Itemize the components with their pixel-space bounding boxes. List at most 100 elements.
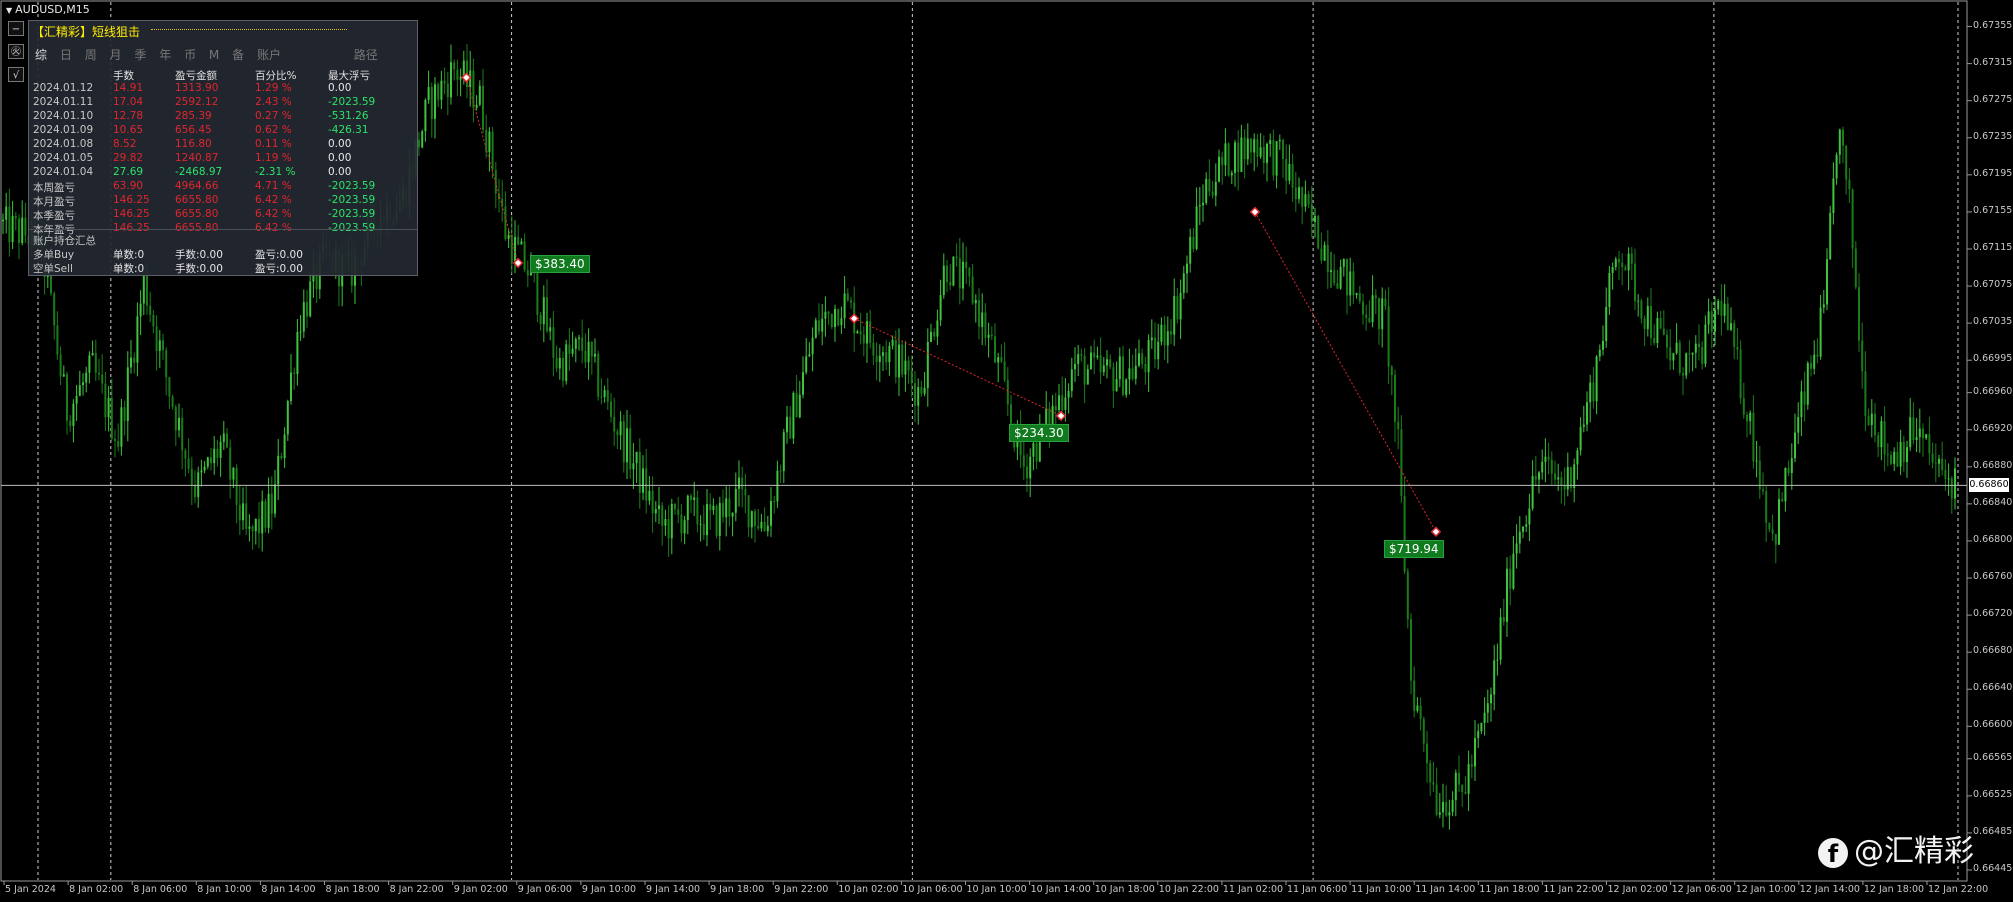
- candle: [1598, 349, 1601, 357]
- table-cell-dd: -2023.59: [328, 194, 376, 206]
- table-cell-pnl: 4964.66: [175, 180, 219, 192]
- tab-path[interactable]: 路径: [354, 46, 378, 63]
- candle: [1176, 296, 1179, 320]
- tab-summary[interactable]: 综: [35, 46, 47, 63]
- candle: [248, 526, 251, 529]
- candle: [1918, 428, 1921, 438]
- y-tick-label: 0.67275: [1973, 93, 2013, 105]
- candle: [254, 518, 257, 532]
- candle: [1730, 323, 1732, 330]
- candle: [1653, 337, 1656, 344]
- tab-day[interactable]: 日: [60, 46, 72, 63]
- candle: [1816, 354, 1819, 357]
- candle: [782, 432, 785, 471]
- candle: [760, 521, 763, 529]
- watermark: f @汇精彩: [1818, 826, 1974, 870]
- candle: [1189, 236, 1192, 264]
- candle: [613, 416, 616, 432]
- candle: [1762, 489, 1764, 492]
- tab-month[interactable]: 月: [110, 46, 122, 63]
- candle: [200, 470, 203, 473]
- candle: [1240, 137, 1243, 172]
- switch-panel-button[interactable]: ㊋: [8, 44, 24, 59]
- candle: [952, 256, 955, 286]
- candle: [91, 353, 94, 356]
- candle: [968, 267, 971, 277]
- candle: [1272, 140, 1275, 176]
- table-cell-label: 2024.01.11: [33, 96, 94, 108]
- candle: [955, 256, 958, 259]
- x-tick-label: 11 Jan 18:00: [1479, 884, 1540, 895]
- candle: [1406, 571, 1409, 620]
- candle: [459, 76, 462, 80]
- candle: [430, 87, 433, 119]
- candle: [1451, 800, 1454, 813]
- candle: [283, 434, 286, 459]
- candle: [814, 320, 817, 338]
- candle: [1224, 143, 1227, 166]
- candle: [987, 334, 990, 338]
- candle: [910, 370, 913, 384]
- candle: [1358, 293, 1361, 302]
- tab-year[interactable]: 年: [159, 46, 171, 63]
- candle: [1912, 417, 1915, 441]
- collapse-triangle-icon[interactable]: ▼: [6, 6, 12, 15]
- candle: [222, 433, 225, 442]
- candle: [1432, 782, 1435, 785]
- y-tick-label: 0.66995: [1973, 353, 2013, 365]
- candle: [1454, 772, 1457, 801]
- facebook-icon: f: [1818, 837, 1848, 868]
- candle: [786, 416, 788, 433]
- candle: [1211, 191, 1214, 196]
- table-cell-pct: 1.29 %: [255, 82, 292, 94]
- tab-currency[interactable]: 币: [184, 46, 196, 63]
- candle: [1083, 355, 1086, 385]
- candle: [1323, 244, 1326, 261]
- candle: [1739, 349, 1742, 399]
- candle: [725, 498, 728, 518]
- candle: [286, 400, 289, 435]
- candle: [94, 353, 97, 373]
- candle: [1285, 158, 1288, 181]
- candle: [744, 489, 747, 496]
- candle: [1131, 368, 1134, 379]
- candle: [514, 236, 516, 264]
- candle: [562, 357, 564, 381]
- table-cell-pct: 0.11 %: [255, 138, 292, 150]
- candle: [942, 265, 945, 296]
- candle: [210, 457, 212, 464]
- candle: [971, 276, 974, 304]
- tab-week[interactable]: 周: [85, 46, 97, 63]
- trade-marker[interactable]: [1430, 526, 1442, 537]
- candle: [539, 315, 542, 325]
- candle: [1909, 417, 1912, 448]
- table-cell-pnl: 285.39: [175, 110, 212, 122]
- trade-marker[interactable]: [1249, 206, 1261, 218]
- candle: [1621, 262, 1624, 268]
- candle: [1317, 215, 1320, 249]
- table-cell-label: 2024.01.12: [33, 82, 94, 94]
- tab-m[interactable]: M: [209, 48, 219, 62]
- candle: [1896, 451, 1899, 467]
- trade-marker[interactable]: [1055, 410, 1067, 422]
- tab-account[interactable]: 账户: [257, 46, 281, 63]
- candle: [1032, 443, 1035, 457]
- candle: [1115, 379, 1118, 392]
- candle: [1950, 478, 1953, 499]
- candle: [178, 417, 180, 431]
- check-icon[interactable]: √: [8, 67, 24, 82]
- holdings-count: 单数:0: [113, 263, 145, 275]
- candle: [549, 327, 552, 332]
- candle: [1333, 270, 1336, 283]
- candle: [1275, 141, 1278, 176]
- candle: [1301, 187, 1304, 207]
- candle: [1477, 731, 1480, 739]
- candle: [1611, 267, 1614, 273]
- minimize-panel-button[interactable]: −: [8, 21, 24, 36]
- tab-quarter[interactable]: 季: [134, 46, 146, 63]
- trade-marker[interactable]: [848, 313, 860, 324]
- tab-backup[interactable]: 备: [232, 46, 244, 63]
- candle: [552, 327, 555, 358]
- candle: [1944, 469, 1947, 479]
- candle: [443, 80, 446, 84]
